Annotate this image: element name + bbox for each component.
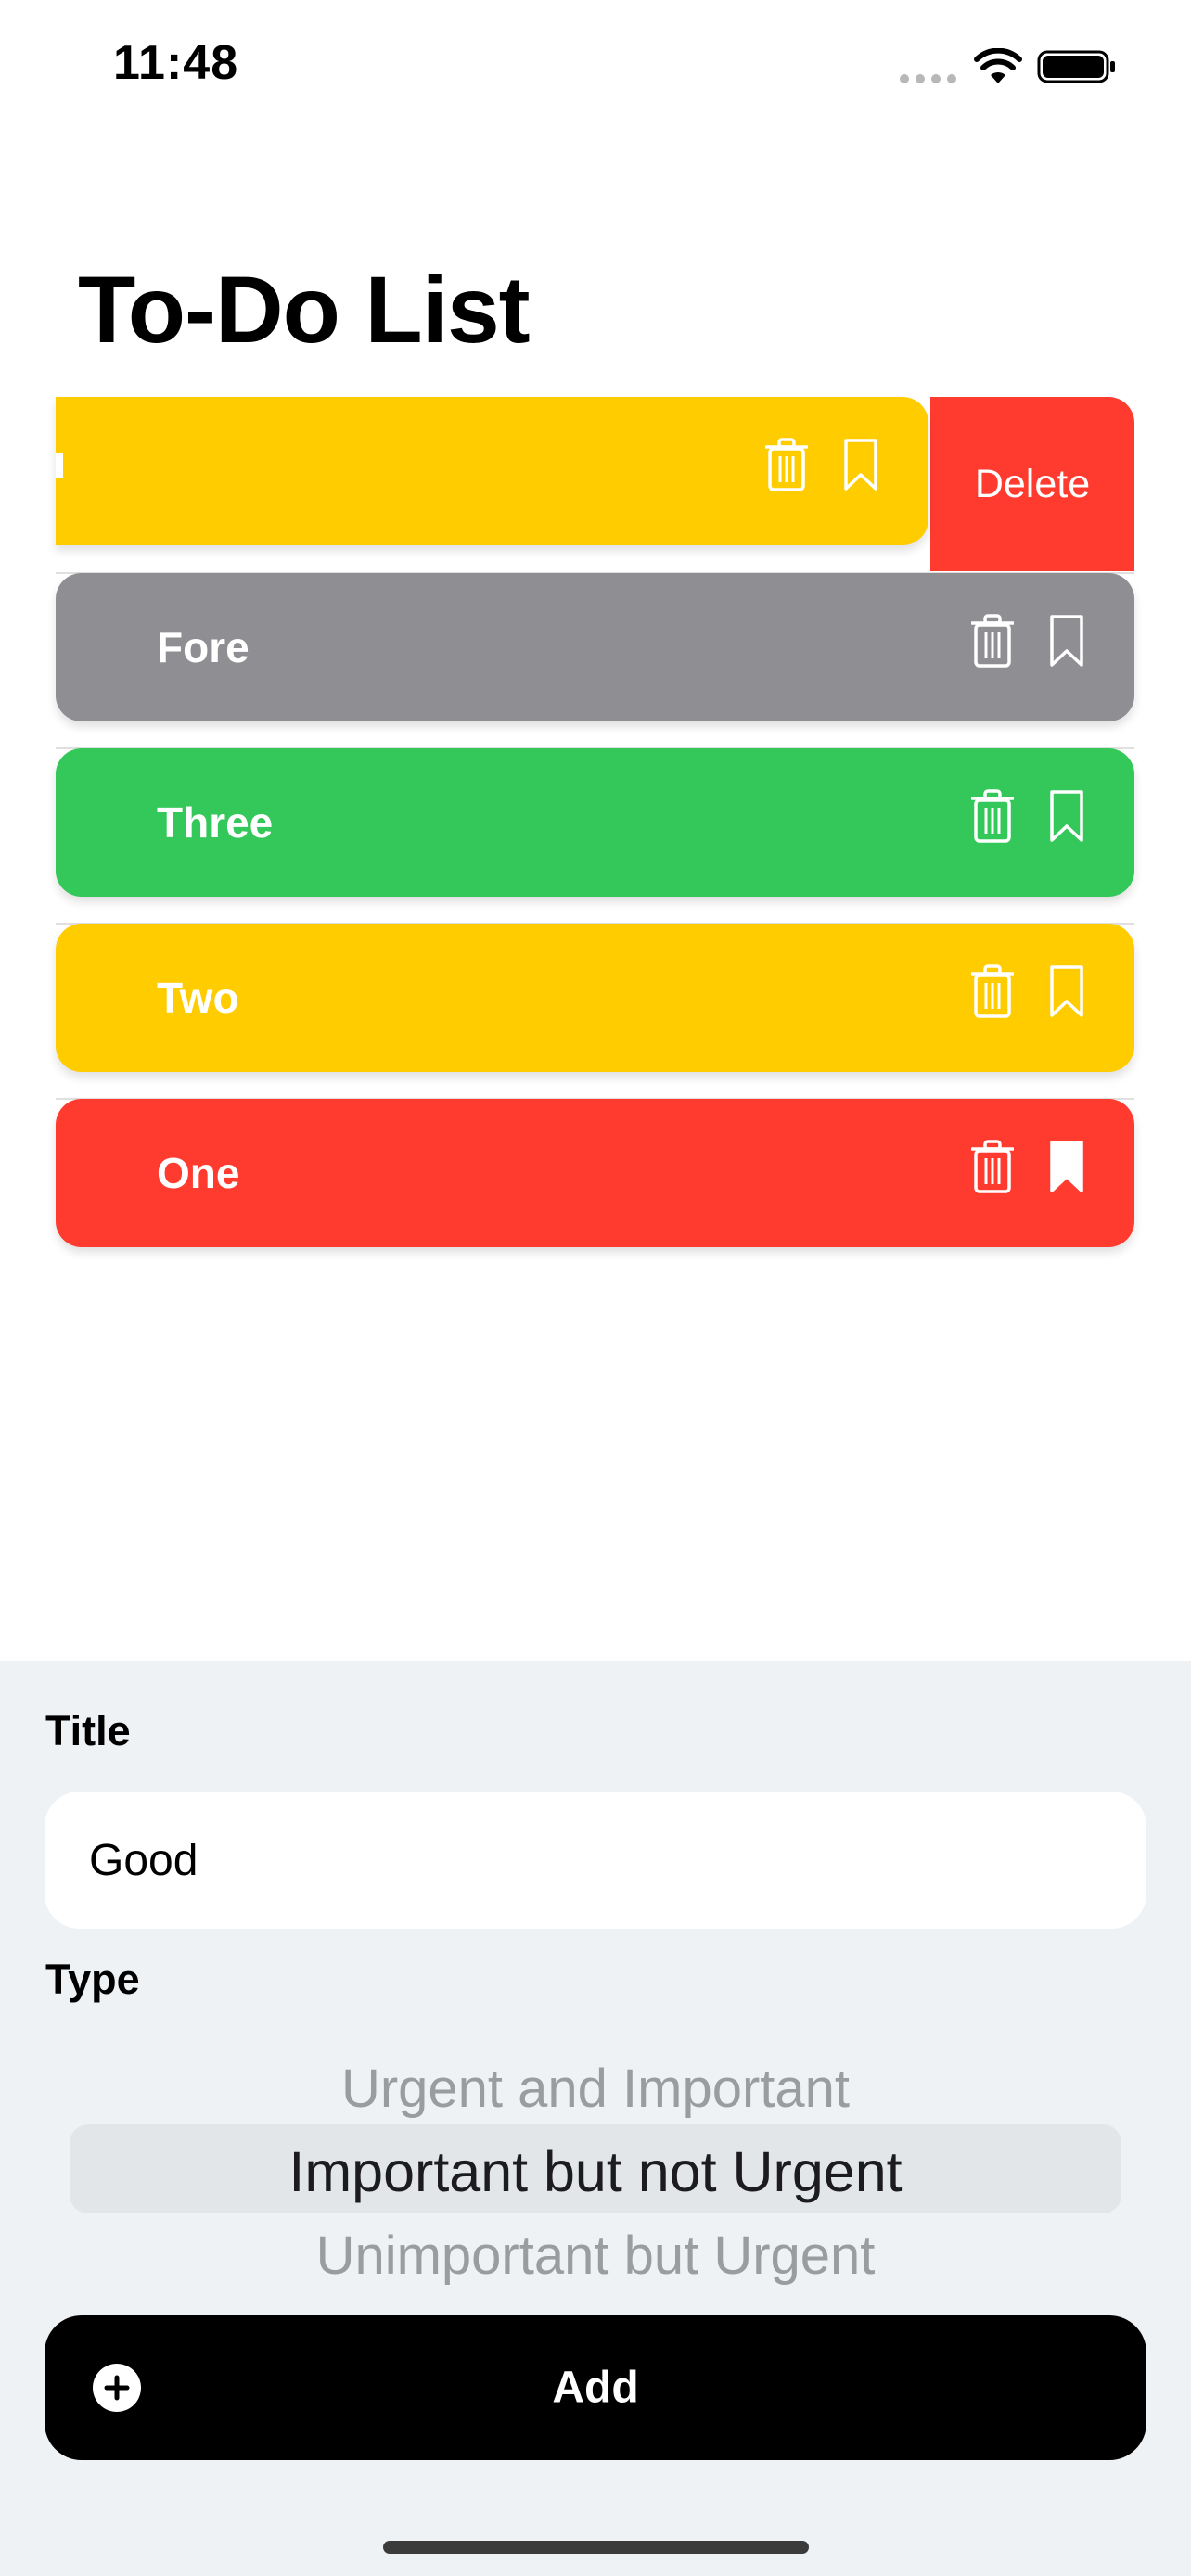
trash-icon[interactable] [971, 789, 1014, 843]
wifi-icon [974, 48, 1022, 83]
todo-row[interactable]: One [56, 1099, 1134, 1247]
row-edge [56, 453, 63, 478]
trash-icon[interactable] [971, 1140, 1014, 1193]
signal-icon [900, 74, 957, 83]
todo-row[interactable] [56, 397, 928, 545]
todo-title: Three [157, 798, 274, 847]
trash-icon[interactable] [765, 438, 808, 491]
type-picker[interactable]: Urgent and Important Important but not U… [0, 2039, 1191, 2289]
todo-row[interactable]: Three [56, 748, 1134, 897]
battery-icon [1037, 50, 1115, 83]
picker-option-selected[interactable]: Important but not Urgent [0, 2139, 1191, 2204]
todo-row[interactable]: Two [56, 924, 1134, 1072]
status-bar: 11:48 [0, 0, 1191, 130]
todo-row[interactable]: Fore [56, 573, 1134, 721]
bookmark-icon[interactable] [1048, 614, 1085, 668]
home-indicator[interactable] [383, 2541, 809, 2554]
todo-title: Fore [157, 623, 250, 671]
add-task-form: Title Type Urgent and Important Importan… [0, 1661, 1191, 2576]
bookmark-icon[interactable] [1048, 964, 1085, 1018]
title-label: Title [45, 1707, 131, 1754]
bookmark-icon[interactable] [1048, 789, 1085, 843]
delete-swipe-button[interactable]: Delete [930, 397, 1134, 571]
add-button-label: Add [552, 2363, 639, 2413]
bookmark-filled-icon[interactable] [1048, 1140, 1085, 1193]
todo-title: One [157, 1149, 240, 1197]
page-title: To-Do List [78, 257, 531, 363]
todo-title: Two [157, 974, 239, 1022]
trash-icon[interactable] [971, 614, 1014, 668]
todo-list: Delete Fore Three Two One [0, 397, 1191, 1269]
type-label: Type [45, 1956, 140, 2003]
add-button[interactable]: Add [45, 2315, 1146, 2460]
trash-icon[interactable] [971, 964, 1014, 1018]
picker-option[interactable]: Urgent and Important [0, 2058, 1191, 2120]
bookmark-icon[interactable] [842, 438, 879, 491]
title-input[interactable] [45, 1792, 1146, 1929]
status-time: 11:48 [113, 36, 239, 90]
picker-option[interactable]: Unimportant but Urgent [0, 2225, 1191, 2287]
